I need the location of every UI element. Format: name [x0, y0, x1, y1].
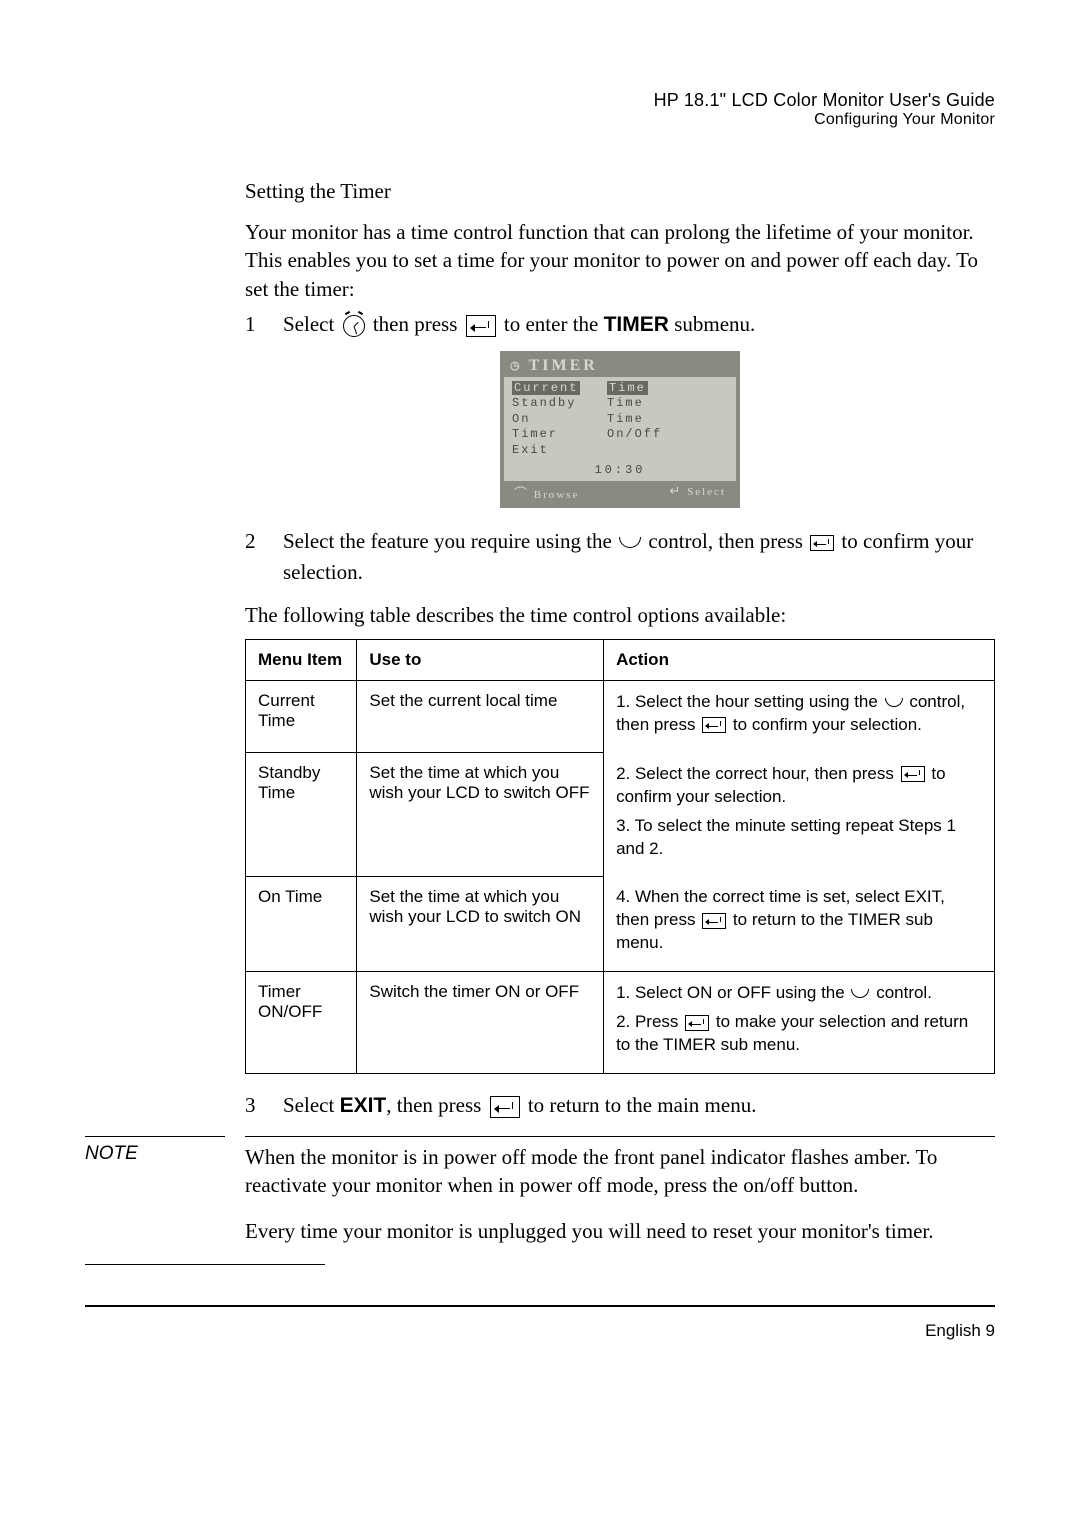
text: 3. To select the minute setting repeat S… [616, 815, 982, 861]
osd-footer-right: Select [687, 486, 726, 498]
osd-footer: ⌒ Browse ↵ Select [504, 481, 736, 504]
osd-cell: Time [607, 396, 644, 412]
cell-action: 4. When the correct time is set, select … [604, 876, 995, 971]
intro-paragraph: Your monitor has a time control function… [245, 218, 995, 303]
text: to confirm your selection. [733, 715, 922, 734]
step-2: 2 Select the feature you require using t… [245, 526, 995, 589]
select-icon: ↵ [669, 483, 682, 498]
note-label: NOTE [85, 1136, 225, 1165]
smile-icon [885, 698, 903, 707]
page-footer: English 9 [85, 1321, 995, 1341]
doc-subtitle: Configuring Your Monitor [85, 111, 995, 129]
osd-row: Exit [512, 443, 728, 459]
text: 2. Select the correct hour, then press [616, 764, 894, 783]
cell-item: Current Time [246, 680, 357, 752]
step-number: 2 [245, 526, 263, 558]
text: to enter the [504, 312, 598, 336]
col-header: Use to [357, 639, 604, 680]
text: Select [283, 312, 334, 336]
options-table: Menu Item Use to Action Current Time Set… [245, 639, 995, 1074]
enter-icon [810, 535, 834, 551]
osd-body: Current Time Standby Time On Time Timer … [504, 377, 736, 481]
text: 2. Press [616, 1012, 678, 1031]
osd-title: TIMER [529, 357, 598, 375]
footer-rule [85, 1305, 995, 1307]
cell-use: Set the time at which you wish your LCD … [357, 753, 604, 877]
table-row: On Time Set the time at which you wish y… [246, 876, 995, 971]
doc-title: HP 18.1" LCD Color Monitor User's Guide [85, 90, 995, 111]
step-3: 3 Select EXIT, then press to return to t… [245, 1090, 995, 1122]
enter-icon [901, 766, 925, 782]
clock-icon: ◷ [510, 359, 523, 372]
cell-action: 1. Select the hour setting using the con… [604, 680, 995, 752]
text: 1. Select ON or OFF using the [616, 983, 845, 1002]
text-bold: EXIT [340, 1094, 387, 1117]
step-number: 3 [245, 1090, 263, 1122]
text: submenu. [674, 312, 755, 336]
note-block: NOTE When the monitor is in power off mo… [85, 1136, 995, 1246]
text: 1. Select the hour setting using the [616, 692, 878, 711]
note-paragraph: When the monitor is in power off mode th… [245, 1143, 995, 1200]
text: Select the feature you require using the [283, 529, 612, 553]
osd-cell: Time [607, 412, 644, 428]
text: control. [876, 983, 932, 1002]
step-body: Select the feature you require using the… [283, 526, 995, 589]
clock-icon [343, 315, 365, 337]
osd-clock: 10:30 [512, 459, 728, 479]
osd-titlebar: ◷ TIMER [504, 355, 736, 377]
enter-icon [702, 913, 726, 929]
text: control, then press [648, 529, 803, 553]
text-bold: TIMER [604, 313, 669, 336]
cell-item: Timer ON/OFF [246, 972, 357, 1074]
osd-menu-screenshot: ◷ TIMER Current Time Standby Time On Tim… [500, 351, 740, 508]
section-heading: Setting the Timer [245, 179, 995, 204]
table-row: Standby Time Set the time at which you w… [246, 753, 995, 877]
cell-action: 1. Select ON or OFF using the control. 2… [604, 972, 995, 1074]
osd-row: Standby Time [512, 396, 728, 412]
text: to return to the main menu. [528, 1093, 757, 1117]
note-paragraph: Every time your monitor is unplugged you… [245, 1217, 995, 1245]
page-header: HP 18.1" LCD Color Monitor User's Guide … [85, 90, 995, 129]
table-header-row: Menu Item Use to Action [246, 639, 995, 680]
text: Select [283, 1093, 334, 1117]
osd-cell: On [512, 412, 607, 428]
osd-cell: Time [607, 381, 648, 395]
table-row: Timer ON/OFF Switch the timer ON or OFF … [246, 972, 995, 1074]
enter-icon [702, 717, 726, 733]
text: , then press [386, 1093, 481, 1117]
enter-icon [685, 1015, 709, 1031]
osd-cell: Current [512, 381, 580, 395]
step-body: Select EXIT, then press to return to the… [283, 1090, 995, 1122]
cell-item: On Time [246, 876, 357, 971]
browse-icon: ⌒ [514, 486, 529, 501]
note-body: When the monitor is in power off mode th… [245, 1136, 995, 1246]
osd-cell: Standby [512, 396, 607, 412]
main-content: Setting the Timer Your monitor has a tim… [245, 179, 995, 1122]
col-header: Action [604, 639, 995, 680]
cell-use: Set the time at which you wish your LCD … [357, 876, 604, 971]
table-intro: The following table describes the time c… [245, 601, 995, 629]
osd-cell: On/Off [607, 427, 662, 443]
col-header: Menu Item [246, 639, 357, 680]
smile-icon [619, 537, 641, 548]
text: then press [373, 312, 458, 336]
step-body: Select then press to enter the TIMER sub… [283, 309, 995, 341]
osd-row: Timer On/Off [512, 427, 728, 443]
osd-cell: Timer [512, 427, 607, 443]
note-rule [85, 1264, 325, 1265]
step-1: 1 Select then press to enter the TIMER s… [245, 309, 995, 341]
osd-footer-left: Browse [534, 489, 580, 501]
cell-use: Set the current local time [357, 680, 604, 752]
cell-action: 2. Select the correct hour, then press t… [604, 753, 995, 877]
osd-cell: Exit [512, 443, 607, 459]
enter-icon [490, 1096, 520, 1118]
step-number: 1 [245, 309, 263, 341]
smile-icon [851, 989, 869, 998]
table-row: Current Time Set the current local time … [246, 680, 995, 752]
osd-row: Current Time [512, 381, 728, 397]
enter-icon [466, 315, 496, 337]
cell-item: Standby Time [246, 753, 357, 877]
cell-use: Switch the timer ON or OFF [357, 972, 604, 1074]
osd-row: On Time [512, 412, 728, 428]
